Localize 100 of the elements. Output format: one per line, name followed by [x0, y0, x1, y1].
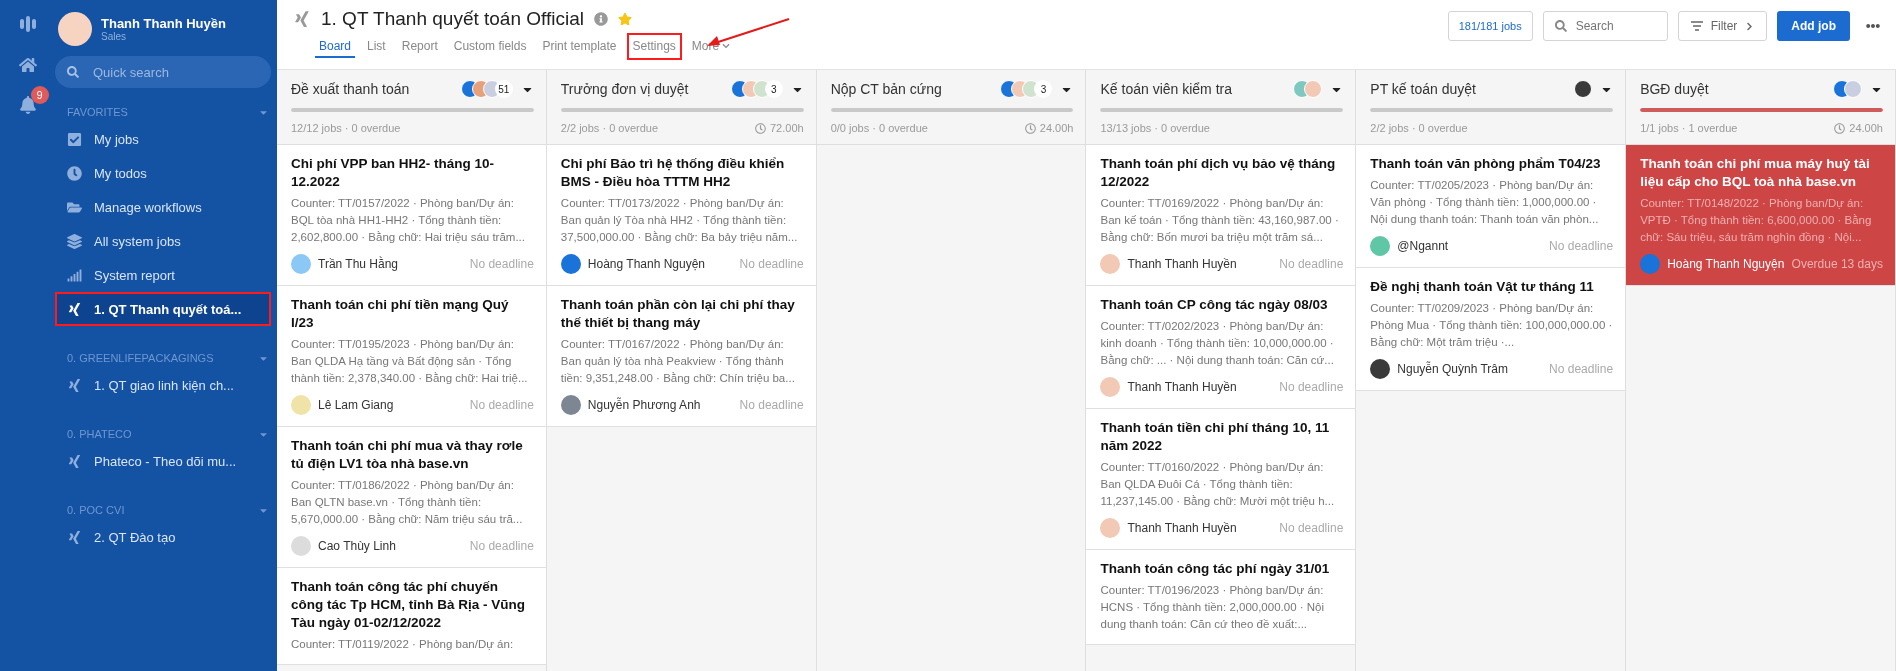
assignee-name: Trần Thu Hằng	[318, 257, 399, 271]
tab[interactable]: Report	[395, 33, 444, 60]
jobs-count-button[interactable]: 181/181 jobs	[1447, 11, 1533, 41]
job-card[interactable]	[546, 145, 816, 286]
home-icon[interactable]	[18, 56, 37, 74]
filter-button[interactable]: Filter	[1677, 11, 1768, 41]
workflow-title: 1. QT Thanh quyết toán Official	[321, 8, 584, 30]
add-job-button[interactable]: Add job	[1777, 11, 1850, 41]
quick-search-field[interactable]: Quick search	[55, 56, 271, 88]
column-title: Đề xuất thanh toán	[291, 81, 410, 97]
search-icon	[67, 66, 79, 78]
column-title: Kế toán viên kiểm tra	[1100, 81, 1232, 97]
bell-icon[interactable]	[18, 96, 37, 114]
logo-icon[interactable]	[17, 14, 38, 34]
column-stats: 0/0 jobs · 0 overdue	[830, 122, 928, 134]
tab[interactable]: List	[361, 33, 392, 60]
checkbox-icon	[67, 131, 82, 147]
assignee-name: Lê Lam Giang	[318, 398, 394, 412]
job-details: Counter: TT/0205/2023 · Phòng ban/Dự án: Văn phòng · Tổng thành tiền: 1,000,000.00 · Nội dung thanh toán: Thanh toán văn phòn...	[1370, 178, 1600, 227]
job-details: Counter: TT/0119/2022 · Phòng ban/Dự án:	[291, 637, 515, 652]
job-details: Counter: TT/0169/2022 · Phòng ban/Dự án: Ban kế toán · Tổng thành tiền: 43,160,987.00 · Bằng chữ: Bốn mươi ba triệu một trăm sá...	[1100, 196, 1340, 245]
chevron-icon	[722, 42, 731, 50]
job-title: Thanh toán phí dịch vụ bảo vệ tháng 12/2022	[1100, 155, 1337, 191]
job-card[interactable]	[1086, 145, 1356, 286]
sidebar-item[interactable]: My jobs	[55, 122, 271, 156]
time-limit: 24.00h	[1849, 122, 1883, 134]
sidebar-item[interactable]: Phateco - Theo dõi mu...	[55, 444, 271, 478]
job-title: Đề nghị thanh toán Vật tư tháng 11	[1370, 278, 1595, 296]
clock-icon	[755, 122, 766, 134]
job-card[interactable]: Đề nghị thanh toán Vật tư tháng 11 Counter: TT/0209/2023 · Phòng ban/Dự án: Phòng Mua · Tổng thành tiền: 100,000,000.00 · Bằng chữ: Một trăm triệu ·... Nguyễn Quỳnh Trâm No deadline	[1356, 268, 1626, 391]
x-shape-icon	[67, 453, 82, 469]
deadline: No deadline	[469, 398, 534, 412]
job-title: Thanh toán CP công tác ngày 08/03	[1100, 296, 1329, 314]
job-card[interactable]	[277, 427, 546, 568]
member-count: 51	[494, 80, 513, 98]
job-details: Counter: TT/0202/2023 · Phòng ban/Dự án: kinh doanh · Tổng thành tiền: 10,000,000.00 · Bằng chữ: ... · Nội dung thanh toán: Căn cứ...	[1100, 319, 1335, 368]
assignee-name: Nguyễn Quỳnh Trâm	[1397, 362, 1509, 376]
deadline: No deadline	[469, 257, 534, 271]
user-avatar[interactable]	[58, 12, 92, 46]
tab[interactable]: Settings	[626, 33, 682, 60]
clock-icon	[1024, 122, 1036, 134]
tab[interactable]: Print template	[536, 33, 623, 60]
job-card[interactable]: Thanh toán chi phí tiền mạng Quý I/23 Counter: TT/0195/2023 · Phòng ban/Dự án: Ban QLDA Hạ tầng và Bất động sản · Tổng thành tiền: 2,378,340.00 · Bằng chữ: Hai triệ... Lê Lam Giang No deadline	[277, 286, 546, 427]
job-card[interactable]: Thanh toán công tác phí chuyến công tác Tp HCM, tỉnh Bà Rịa - Vũng Tàu ngày 01-02/12/2022 Counter: TT/0119/2022 · Phòng ban/Dự án:	[277, 568, 546, 665]
tab[interactable]: Custom fields	[447, 33, 533, 60]
sidebar-item[interactable]: System report	[55, 258, 271, 292]
deadline: No deadline	[1279, 257, 1344, 271]
section-label: 0. GREENLIFEPACKAGINGS	[67, 352, 214, 364]
sidebar-item[interactable]: 1. QT giao linh kiện ch...	[55, 368, 271, 402]
section-label: 0. PHATECO	[67, 428, 132, 440]
chevron-icon	[1745, 21, 1755, 31]
job-details: Counter: TT/0160/2022 · Phòng ban/Dự án: Ban QLDA Đuôi Cá · Tổng thành tiền: 11,237,145.00 · Bằng chữ: Mười một triệu h...	[1100, 460, 1336, 509]
info-icon[interactable]	[594, 12, 608, 26]
job-title: Thanh toán công tác phí chuyến công tác Tp HCM, tỉnh Bà Rịa - Vũng Tàu ngày 01-02/12/2022	[291, 578, 526, 632]
sidebar-item[interactable]: All system jobs	[55, 224, 271, 258]
deadline: Overdue 13 days	[1791, 257, 1883, 271]
x-shape-icon	[67, 377, 82, 393]
job-title: Thanh toán chi phí mua máy huỷ tài liệu cấp cho BQL toà nhà base.vn	[1640, 155, 1871, 191]
job-card[interactable]	[546, 286, 816, 427]
column-stats: 13/13 jobs · 0 overdue	[1100, 122, 1210, 134]
sidebar-item[interactable]: 2. QT Đào tạo	[55, 520, 271, 554]
job-title: Thanh toán công tác phí ngày 31/01	[1100, 560, 1331, 578]
sidebar-item[interactable]: 1. QT Thanh quyết toá...	[55, 292, 271, 326]
star-icon[interactable]	[618, 12, 632, 26]
sidebar-item[interactable]: Manage workflows	[55, 190, 271, 224]
clock-icon	[67, 165, 82, 181]
clock-icon	[1834, 122, 1846, 134]
job-title: Thanh toán chi phí tiền mạng Quý I/23	[291, 296, 510, 332]
x-shape-icon	[293, 10, 311, 28]
job-details: Counter: TT/0173/2022 · Phòng ban/Dự án: Ban quản lý Tòa nhà HH2 · Tổng thành tiền: 37,500,000.00 · Bằng chữ: Ba bảy triệu năm...	[560, 196, 799, 245]
job-details: Counter: TT/0196/2023 · Phòng ban/Dự án: HCNS · Tổng thành tiền: 2,000,000.00 · Nội dung thanh toán: Căn cứ theo đề xuất:...	[1100, 583, 1325, 632]
deadline: No deadline	[1549, 239, 1614, 253]
job-title: Thanh toán phần còn lại chi phí thay thế thiết bị thang máy	[560, 296, 796, 332]
column-title: Trưởng đơn vị duyệt	[560, 81, 689, 97]
tab[interactable]: Board	[313, 33, 358, 60]
job-details: Counter: TT/0195/2023 · Phòng ban/Dự án: Ban QLDA Hạ tầng và Bất động sản · Tổng thành tiền: 2,378,340.00 · Bằng chữ: Hai triệ...	[291, 337, 529, 386]
job-details: Counter: TT/0186/2022 · Phòng ban/Dự án: Ban QLTN base.vn · Tổng thành tiền: 5,670,000.00 · Bằng chữ: Năm triệu sáu tră...	[291, 478, 524, 527]
user-role: Sales	[101, 31, 127, 42]
sidebar-item[interactable]: My todos	[55, 156, 271, 190]
assignee-name: @Ngannt	[1397, 239, 1449, 253]
job-card[interactable]: Thanh toán văn phòng phẩm T04/23 Counter: TT/0205/2023 · Phòng ban/Dự án: Văn phòng · Tổng thành tiền: 1,000,000.00 · Nội dung thanh toán: Thanh toán văn phòn... @Ngannt No deadline	[1356, 145, 1626, 268]
job-title: Thanh toán văn phòng phẩm T04/23	[1370, 155, 1602, 173]
deadline: No deadline	[469, 539, 534, 553]
deadline: No deadline	[739, 257, 804, 271]
assignee-name: Cao Thùy Linh	[318, 539, 396, 553]
section-label: 0. POC CVI	[67, 504, 125, 516]
job-title: Chi phí VPP ban HH2- tháng 10-12.2022	[291, 155, 496, 191]
user-name: Thanh Thanh Huyền	[101, 16, 226, 31]
member-count: 3	[1034, 80, 1053, 98]
job-card[interactable]: Thanh toán CP công tác ngày 08/03 Counter: TT/0202/2023 · Phòng ban/Dự án: kinh doanh · Tổng thành tiền: 10,000,000.00 · Bằng chữ: ... · Nội dung thanh toán: Căn cứ... Thanh Thanh Huyền No deadline	[1086, 286, 1356, 409]
column-stats: 2/2 jobs · 0 overdue	[1370, 122, 1468, 134]
search-field[interactable]: Search	[1542, 11, 1668, 41]
job-card[interactable]: Thanh toán công tác phí ngày 31/01 Counter: TT/0196/2023 · Phòng ban/Dự án: HCNS · Tổng thành tiền: 2,000,000.00 · Nội dung thanh toán: Căn cứ theo đề xuất:...	[1086, 550, 1356, 645]
job-card[interactable]: Thanh toán tiền chi phí tháng 10, 11 năm 2022 Counter: TT/0160/2022 · Phòng ban/Dự án: Ban QLDA Đuôi Cá · Tổng thành tiền: 11,237,145.00 · Bằng chữ: Mười một triệu h... Thanh Thanh Huyền No deadline	[1086, 409, 1356, 550]
column-stats: 1/1 jobs · 1 overdue	[1640, 122, 1738, 134]
deadline: No deadline	[1549, 362, 1614, 376]
time-limit: 24.00h	[1039, 122, 1074, 134]
time-limit: 72.00h	[770, 122, 804, 134]
job-card[interactable]: Chi phí VPP ban HH2- tháng 10-12.2022 Counter: TT/0157/2022 · Phòng ban/Dự án: BQL tòa nhà HH1-HH2 · Tổng thành tiền: 2,602,800.00 · Bằng chữ: Hai triệu sáu trăm... Trần Thu Hằng No deadline	[277, 145, 546, 286]
job-title: Thanh toán tiền chi phí tháng 10, 11 năm 2022	[1100, 419, 1331, 455]
